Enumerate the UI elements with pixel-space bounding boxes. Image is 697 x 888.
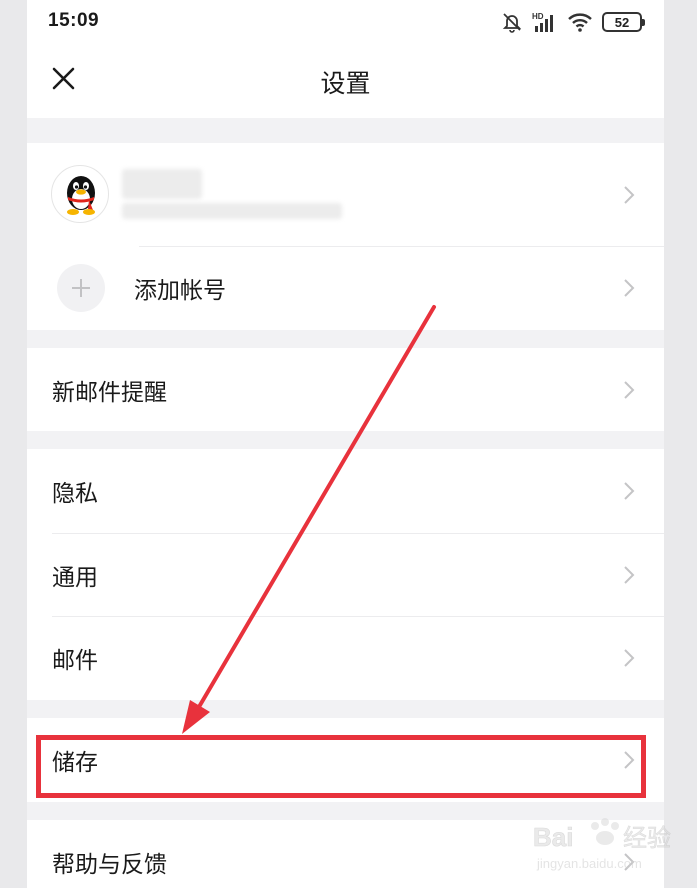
- chevron-right-icon: [624, 751, 635, 769]
- general-label: 通用: [52, 564, 98, 591]
- storage-card: 储存: [27, 718, 664, 802]
- account-card: 添加帐号: [27, 143, 664, 330]
- chevron-right-icon: [624, 279, 635, 297]
- notification-card: 新邮件提醒: [27, 348, 664, 431]
- settings-screen: 15:09 HD 52 设置 添加帐号 新邮件提醒 隐私 通用 邮件 储存 帮助…: [27, 0, 664, 888]
- chevron-right-icon: [624, 380, 635, 399]
- wifi-icon: [568, 13, 592, 32]
- baidu-watermark: Bai 经验 jingyan.baidu.com: [533, 806, 673, 876]
- storage-label: 储存: [52, 750, 98, 776]
- storage-item[interactable]: 储存: [27, 718, 664, 802]
- battery-indicator: 52: [602, 12, 645, 32]
- status-icons: HD 52: [501, 9, 645, 35]
- preferences-card: 隐私 通用 邮件: [27, 449, 664, 700]
- watermark-brand: Bai: [533, 822, 573, 852]
- account-name-redacted: [122, 169, 202, 199]
- chevron-right-icon: [624, 185, 635, 204]
- nav-bar: 设置: [27, 44, 664, 118]
- page-title: 设置: [320, 69, 371, 98]
- chevron-right-icon: [624, 482, 635, 500]
- mail-item[interactable]: 邮件: [27, 616, 664, 700]
- account-row[interactable]: [27, 143, 664, 246]
- add-account-label: 添加帐号: [134, 278, 226, 304]
- chevron-right-icon: [624, 565, 635, 584]
- new-mail-alert-label: 新邮件提醒: [52, 379, 167, 406]
- add-account-circle: [57, 264, 105, 312]
- privacy-item[interactable]: 隐私: [27, 449, 664, 533]
- watermark-url: jingyan.baidu.com: [536, 856, 642, 871]
- network-label: HD: [532, 12, 544, 21]
- baidu-paw-icon: Bai 经验 jingyan.baidu.com: [533, 818, 671, 871]
- general-item[interactable]: 通用: [27, 533, 664, 616]
- battery-level: 52: [614, 14, 630, 30]
- chevron-right-icon: [624, 649, 635, 667]
- account-email-redacted: [122, 203, 342, 219]
- status-bar: 15:09 HD 52: [27, 0, 664, 44]
- privacy-label: 隐私: [52, 481, 98, 507]
- watermark-brand-cn: 经验: [623, 824, 671, 852]
- help-feedback-label: 帮助与反馈: [52, 852, 167, 878]
- mail-label: 邮件: [52, 648, 98, 674]
- bell-muted-icon: [502, 13, 522, 33]
- avatar: [51, 165, 109, 223]
- cellular-signal-icon: HD: [532, 12, 553, 32]
- add-account-row[interactable]: 添加帐号: [27, 246, 664, 330]
- status-time: 15:09: [48, 10, 100, 31]
- new-mail-alert-item[interactable]: 新邮件提醒: [27, 348, 664, 431]
- plus-icon: [72, 279, 90, 297]
- qq-penguin-icon: [67, 176, 95, 215]
